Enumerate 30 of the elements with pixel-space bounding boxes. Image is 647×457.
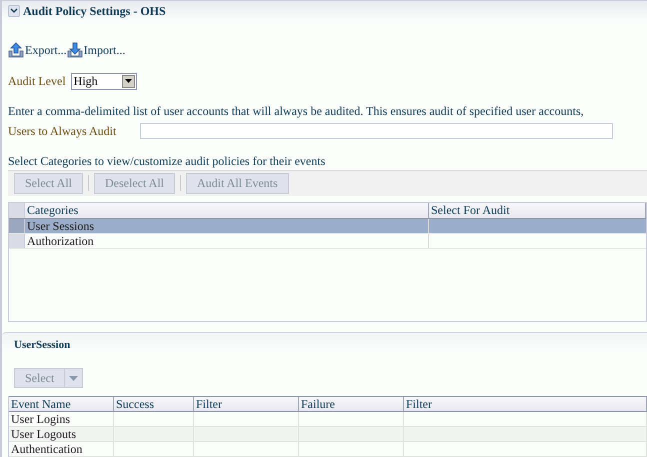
column-header[interactable]: Select For Audit (429, 202, 646, 218)
field-label: Audit Level (8, 73, 66, 90)
import-link[interactable]: Import... (66, 40, 126, 59)
audit-level-dropdown[interactable]: High (70, 72, 137, 90)
description-text: Enter a comma-delimited list of user accounts that will always be audited. This ensures audit of specified user accounts, (8, 102, 585, 120)
column-header[interactable]: Event Name (9, 397, 114, 411)
column-header[interactable]: Filter (194, 397, 299, 411)
collapse-toggle[interactable] (8, 5, 20, 18)
field-label: Users to Always Audit (8, 122, 118, 140)
caret-icon (69, 376, 78, 380)
export-link[interactable]: Export... (8, 40, 67, 59)
upload-arrow-icon (8, 42, 24, 58)
download-arrow-icon (66, 42, 83, 58)
users-input-field[interactable] (140, 122, 613, 139)
panel-title: Audit Policy Settings - OHS (23, 3, 166, 20)
dropdown-button[interactable] (122, 74, 135, 88)
category-row[interactable]: User Sessions (9, 218, 646, 234)
section-caption: Select Categories to view/customize audit policies for their events (8, 152, 326, 170)
table-cell: User Logins (9, 412, 114, 426)
category-row[interactable]: Authorization (9, 234, 646, 249)
caret-icon (124, 79, 132, 84)
column-header[interactable]: Success (114, 397, 194, 411)
column-header[interactable]: Filter (404, 397, 647, 411)
chevron-icon (10, 8, 18, 14)
column-header[interactable]: Categories (25, 202, 429, 218)
section-title: UserSession (14, 338, 72, 352)
table-cell: User Logouts (9, 427, 114, 441)
column-header[interactable]: Failure (299, 397, 404, 411)
row-selector[interactable] (9, 218, 25, 233)
table-cell: Authentication (9, 442, 114, 456)
